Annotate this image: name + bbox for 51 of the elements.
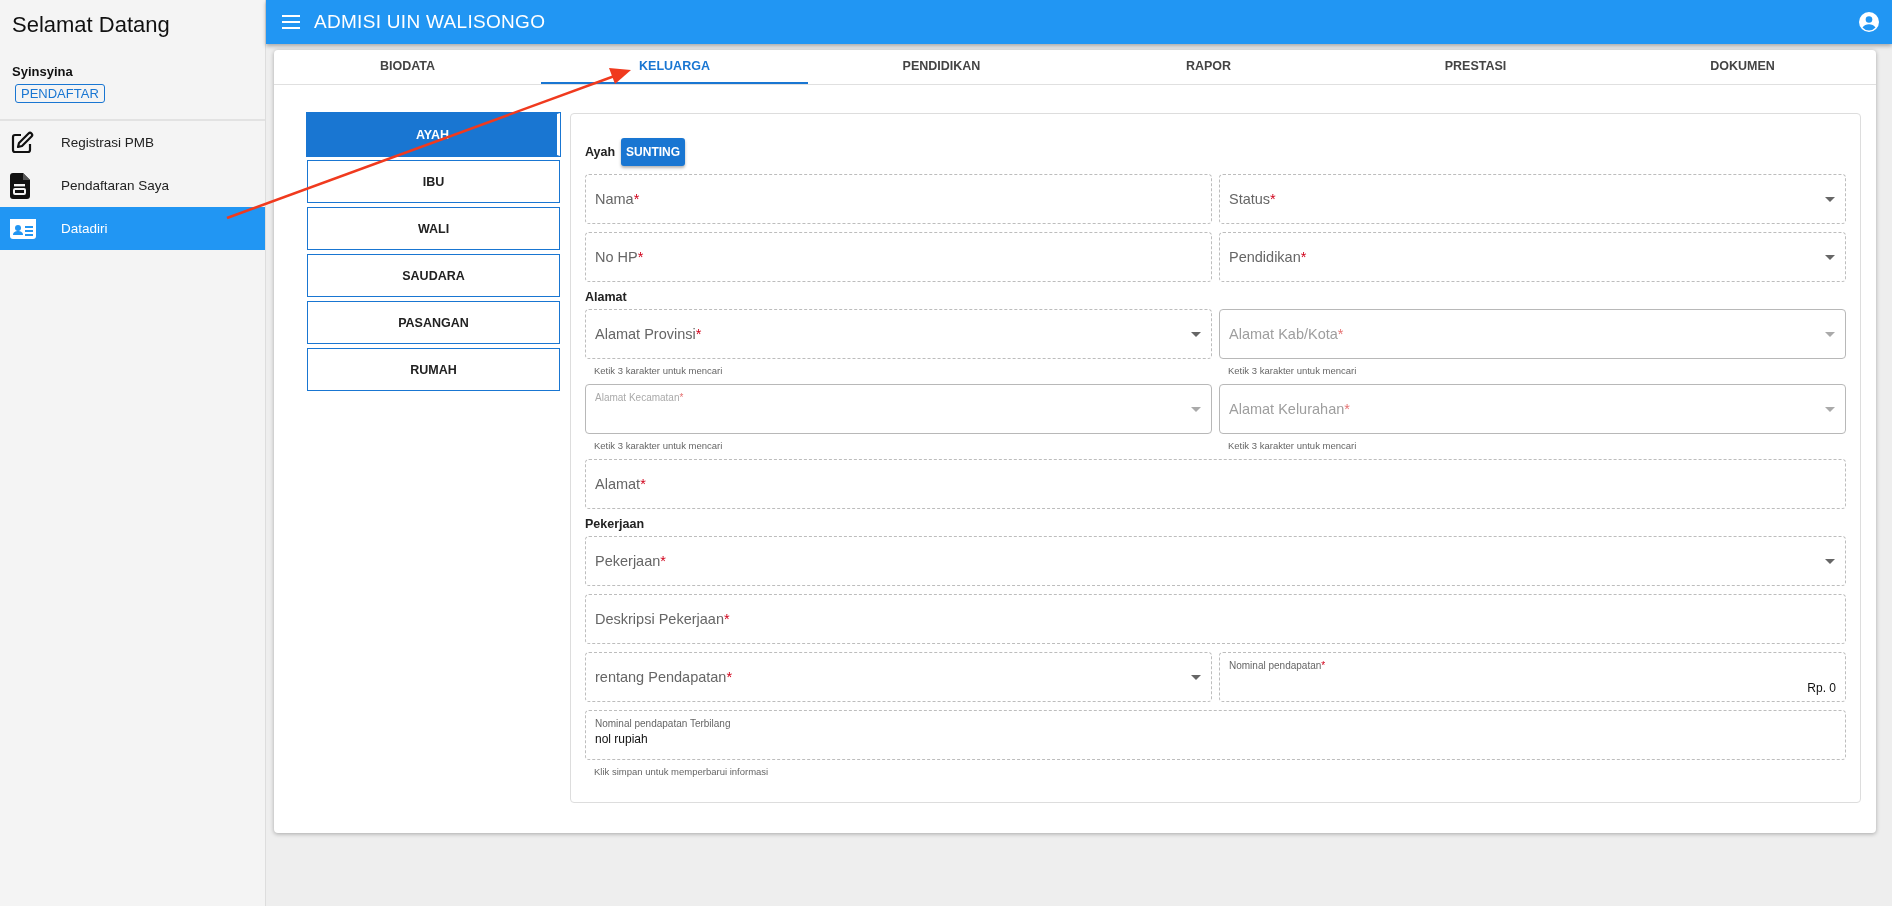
tab[interactable]: BIODATA	[274, 50, 541, 84]
helper-text: Ketik 3 karakter untuk mencari	[594, 440, 724, 451]
input-field[interactable]: Deskripsi Pekerjaan*	[585, 594, 1846, 644]
input-field[interactable]: rentang Pendapatan*	[585, 652, 1212, 702]
role-badge: PENDAFTAR	[15, 84, 105, 103]
input-field[interactable]: Pendidikan*	[1219, 232, 1846, 282]
dropdown-caret-icon	[1825, 559, 1835, 564]
account-icon[interactable]	[1858, 11, 1880, 33]
menu-item[interactable]: Datadiri	[0, 207, 265, 250]
menu-icon[interactable]	[282, 15, 300, 29]
dropdown-caret-icon	[1825, 407, 1835, 412]
document-icon	[10, 172, 30, 199]
family-member-button[interactable]: WALI	[307, 207, 560, 250]
dropdown-caret-icon	[1191, 332, 1201, 337]
app-title: ADMISI UIN WALISONGO	[314, 11, 547, 33]
dropdown-caret-icon	[1191, 407, 1201, 412]
tab[interactable]: PRESTASI	[1342, 50, 1609, 84]
dropdown-caret-icon	[1825, 197, 1835, 202]
form-title: Ayah	[585, 145, 616, 159]
helper-text: Ketik 3 karakter untuk mencari	[1228, 365, 1358, 376]
dropdown-caret-icon	[1825, 332, 1835, 337]
menu-item[interactable]: Pendaftaran Saya	[0, 164, 265, 207]
helper-text: Ketik 3 karakter untuk mencari	[594, 365, 724, 376]
tab[interactable]: DOKUMEN	[1609, 50, 1876, 84]
input-field[interactable]: Nominal pendapatan Terbilang nol rupiah	[585, 710, 1846, 760]
section-heading: Alamat	[585, 290, 628, 304]
user-name: Syinsyina	[12, 64, 73, 79]
family-member-button[interactable]: RUMAH	[307, 348, 560, 391]
tab[interactable]: PENDIDIKAN	[808, 50, 1075, 84]
input-field[interactable]: Alamat Provinsi*	[585, 309, 1212, 359]
family-member-button[interactable]: IBU	[307, 160, 560, 203]
family-member-button[interactable]: AYAH	[307, 113, 560, 156]
input-field[interactable]: Nama*	[585, 174, 1212, 224]
welcome-title: Selamat Datang	[12, 12, 171, 38]
input-field[interactable]: No HP*	[585, 232, 1212, 282]
input-field[interactable]: Alamat*	[585, 459, 1846, 509]
menu-item[interactable]: Registrasi PMB	[0, 121, 265, 164]
input-field[interactable]: Pekerjaan*	[585, 536, 1846, 586]
helper-text: Klik simpan untuk memperbarui informasi	[594, 766, 770, 777]
edit-icon	[10, 130, 34, 155]
dropdown-caret-icon	[1191, 675, 1201, 680]
section-heading: Pekerjaan	[585, 517, 646, 531]
input-field[interactable]: Status*	[1219, 174, 1846, 224]
helper-text: Ketik 3 karakter untuk mencari	[1228, 440, 1358, 451]
edit-button[interactable]: SUNTING	[621, 138, 686, 166]
tab[interactable]: RAPOR	[1075, 50, 1342, 84]
family-member-button[interactable]: SAUDARA	[307, 254, 560, 297]
family-member-button[interactable]: PASANGAN	[307, 301, 560, 344]
input-field[interactable]: Nominal pendapatan* Rp. 0	[1219, 652, 1846, 702]
dropdown-caret-icon	[1825, 255, 1835, 260]
id-card-icon	[10, 218, 36, 239]
